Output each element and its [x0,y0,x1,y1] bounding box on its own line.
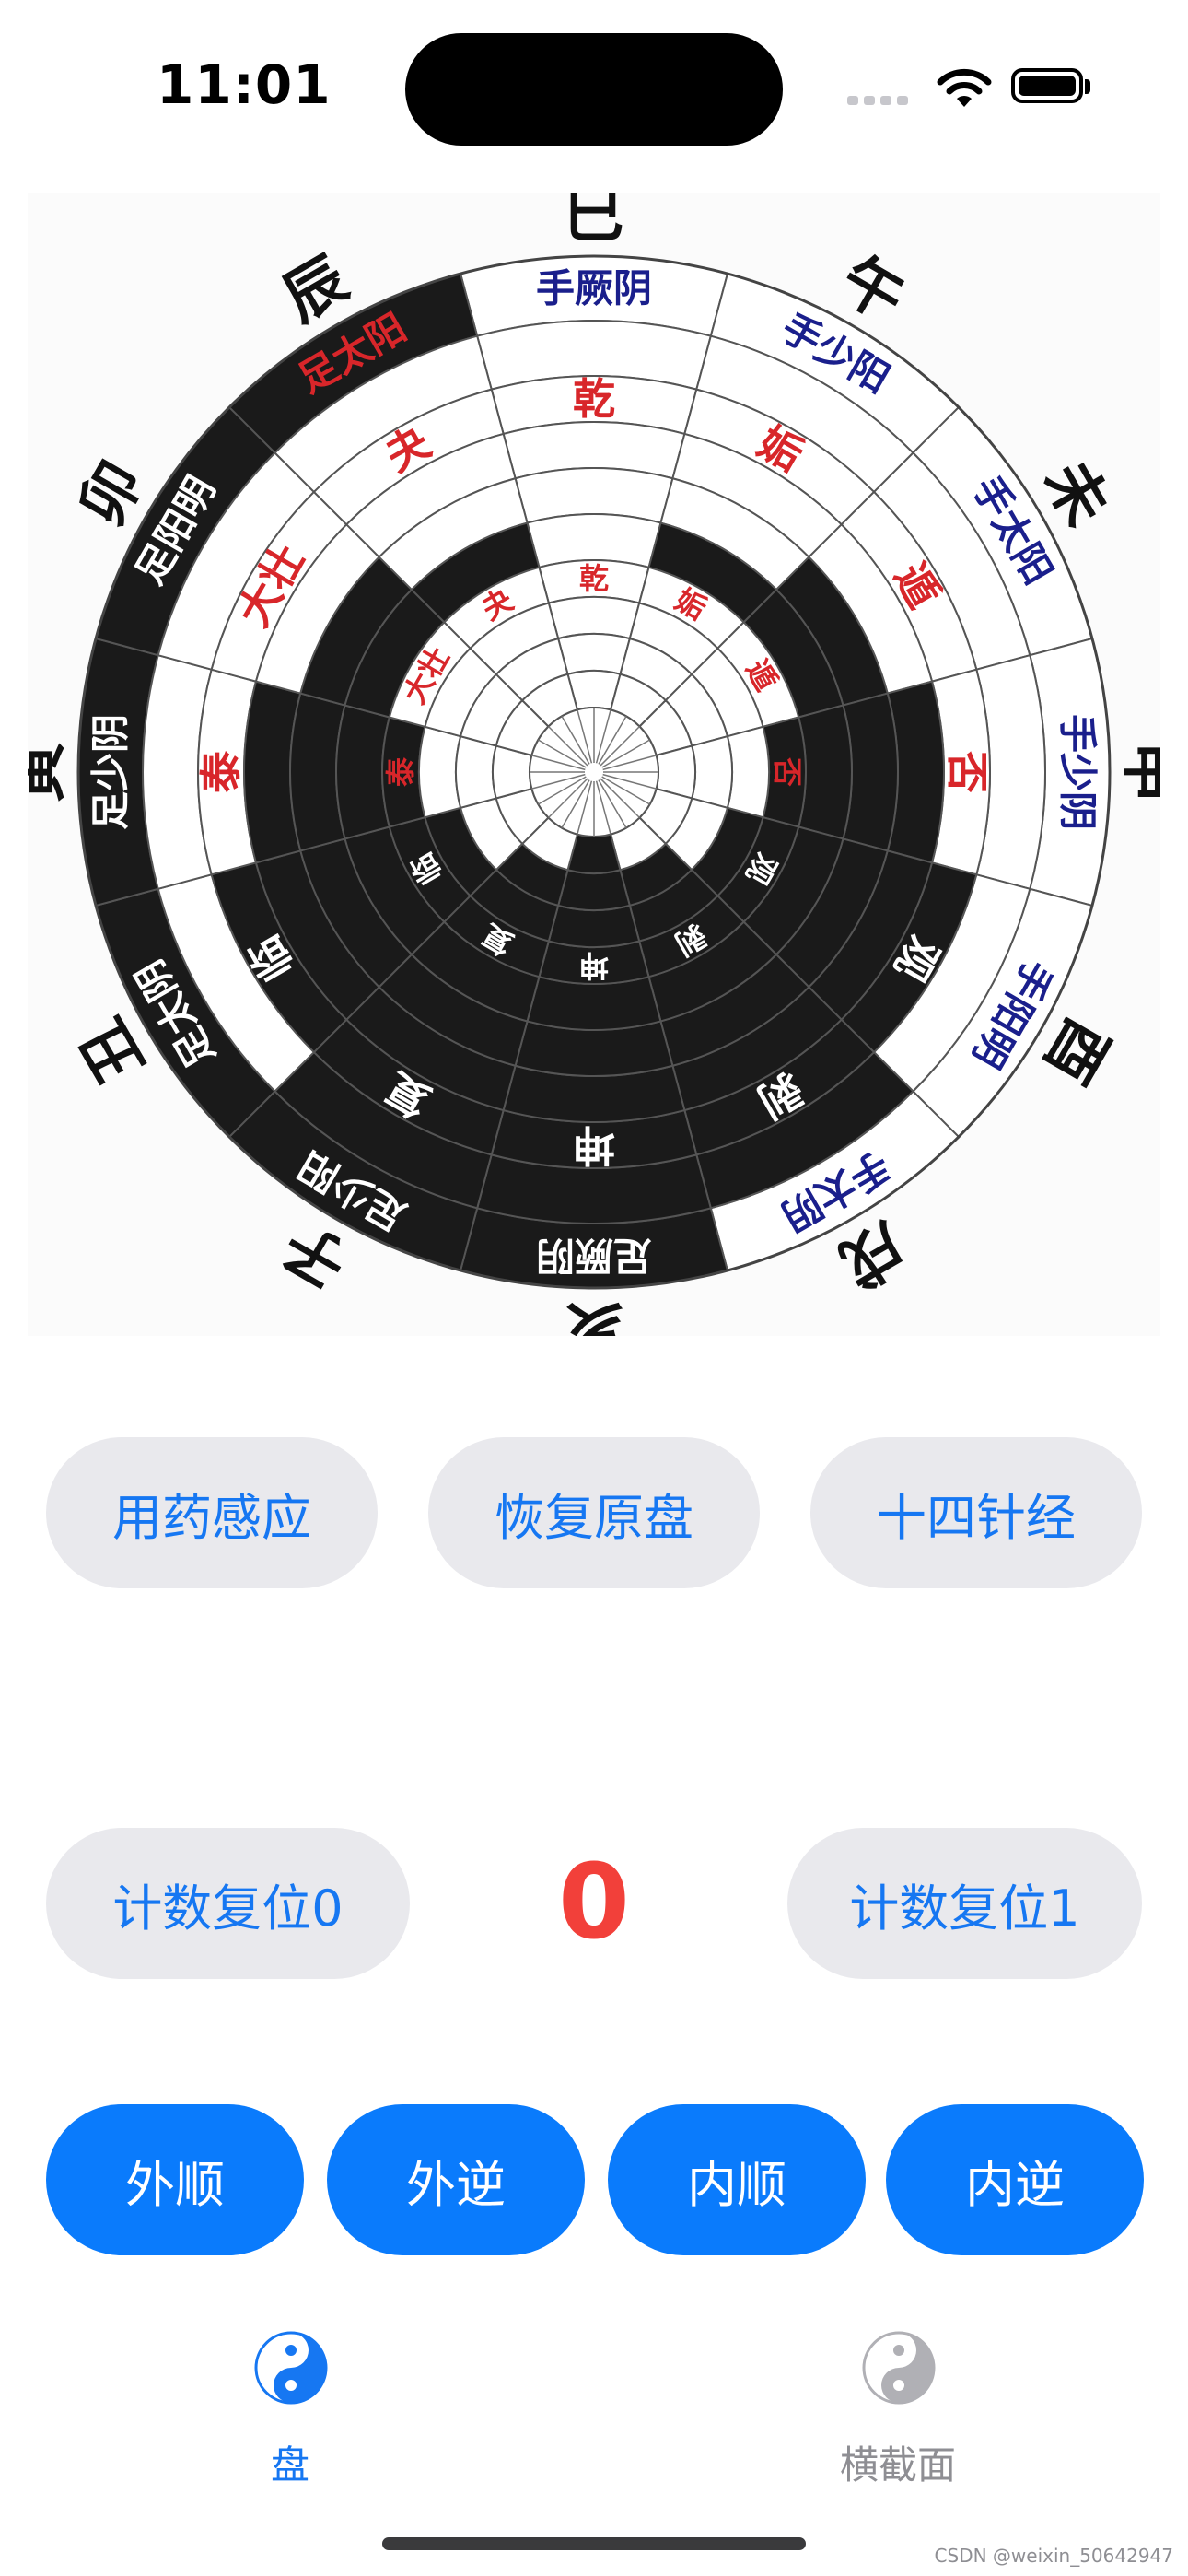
restore-wheel-button[interactable]: 恢复原盘 [428,1437,760,1588]
home-indicator [382,2537,806,2550]
dynamic-island [405,33,783,146]
branch-label: 亥 [564,1294,624,1337]
yin-yang-icon [254,2331,328,2405]
fourteen-meridians-button[interactable]: 十四针经 [810,1437,1142,1588]
wheel-inner-cell [556,869,632,911]
cellular-signal-icon [847,96,912,105]
hexagram-middle-label: 坤 [573,1120,615,1170]
hexagram-inner-label: 泰 [383,756,418,787]
wheel-inner-cell [691,734,733,810]
yin-yang-icon [862,2331,936,2405]
battery-tip [1085,79,1090,94]
battery-icon [1011,68,1083,103]
wifi-icon [937,68,992,107]
branch-label: 申 [1116,742,1161,802]
wheel-inner-cell [455,734,497,810]
status-time: 11:01 [157,53,332,116]
hexagram-middle-label: 否 [942,751,992,793]
inner-clockwise-button[interactable]: 内顺 [608,2104,866,2255]
hexagram-inner-label: 乾 [579,561,609,596]
medication-response-button[interactable]: 用药感应 [46,1437,378,1588]
tab-wheel-label: 盘 [270,2442,309,2488]
reset-count-0-button[interactable]: 计数复位0 [46,1828,410,1979]
wheel-inner-cell [556,633,632,675]
wheel-inner-cell [547,904,641,948]
tab-cross-section-label: 横截面 [839,2442,956,2488]
rotation-counter: 0 [558,1843,630,1962]
meridian-label: 足少阴 [88,714,134,830]
tab-wheel[interactable]: 盘 [175,2331,405,2488]
outer-counterclockwise-button[interactable]: 外逆 [327,2104,585,2255]
app-screen: 11:01 巳午未申酉戌亥子丑寅卯辰手厥阴手少阳手太阳手少阴手阳明手太阴足厥阴足… [0,0,1188,2576]
meridian-label: 手厥阴 [536,266,652,311]
hexagram-middle-label: 泰 [196,750,246,793]
wheel-inner-cell [726,725,770,819]
branch-label: 寅 [28,742,73,802]
branch-label: 巳 [564,193,624,251]
hexagram-inner-label: 坤 [579,948,609,983]
hexagram-middle-label: 乾 [573,374,615,424]
watermark: CSDN @weixin_50642947 [934,2545,1173,2567]
meridian-label: 足厥阴 [536,1234,652,1279]
meridian-wheel-svg: 巳午未申酉戌亥子丑寅卯辰手厥阴手少阳手太阳手少阴手阳明手太阴足厥阴足少阳足太阴足… [28,193,1160,1336]
wheel-inner-cell [547,596,641,640]
tab-cross-section[interactable]: 横截面 [783,2331,1013,2488]
outer-clockwise-button[interactable]: 外顺 [46,2104,304,2255]
inner-counterclockwise-button[interactable]: 内逆 [886,2104,1144,2255]
hexagram-inner-label: 否 [770,757,805,787]
wheel-inner-cell [418,725,462,819]
meridian-label: 手少阴 [1055,714,1101,830]
reset-count-1-button[interactable]: 计数复位1 [787,1828,1142,1979]
meridian-wheel: 巳午未申酉戌亥子丑寅卯辰手厥阴手少阳手太阳手少阴手阳明手太阴足厥阴足少阳足太阴足… [28,193,1160,1336]
